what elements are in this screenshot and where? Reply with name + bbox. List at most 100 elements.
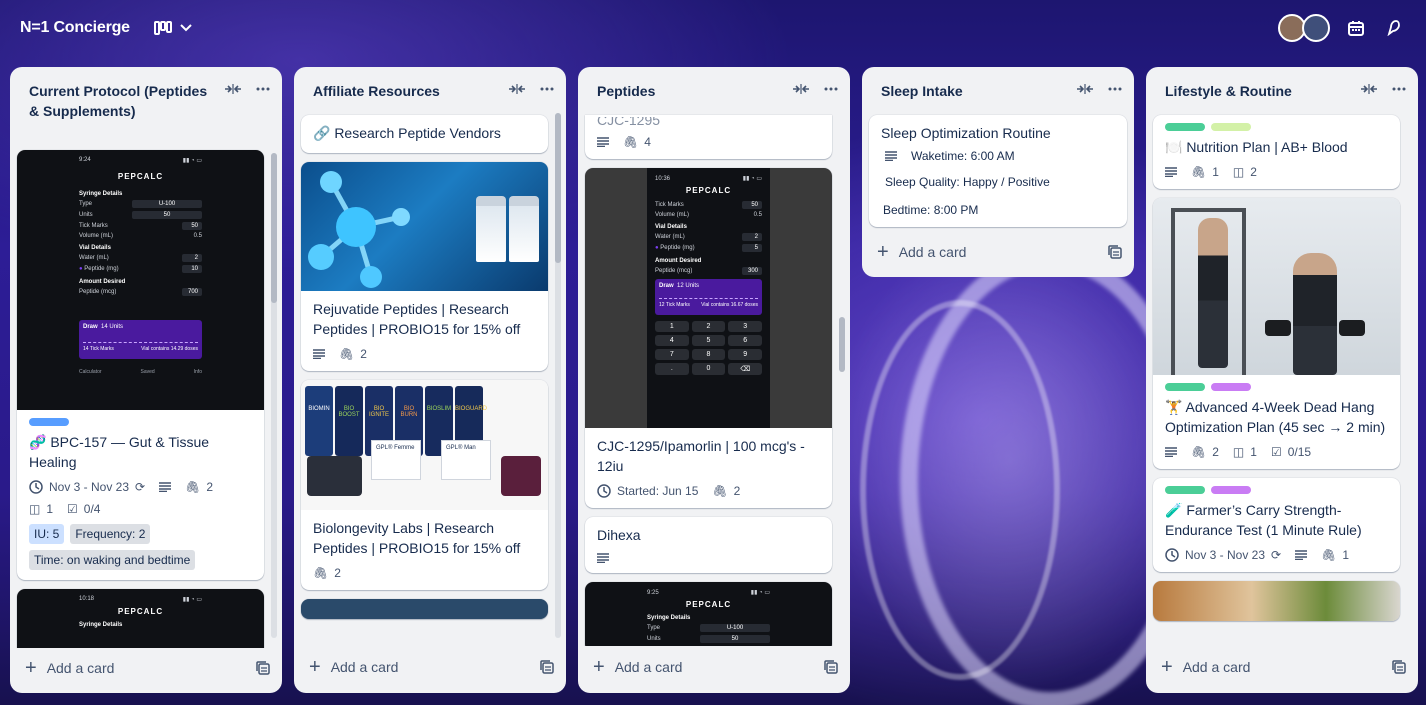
card-template-icon[interactable] bbox=[824, 660, 838, 674]
collapse-icon[interactable] bbox=[792, 83, 810, 95]
phone-time: 9:24 bbox=[79, 157, 91, 164]
label-blue[interactable] bbox=[29, 417, 69, 426]
card-pepcalc-3[interactable]: 9:25 ▮▮ ◔ ▭ PEPCALC Syringe Details Type U… bbox=[585, 582, 832, 646]
attachments-count: 2 bbox=[1212, 445, 1219, 459]
section-label: Vial Details bbox=[655, 224, 687, 230]
custom-field-bedtime: Bedtime: 8:00 PM bbox=[883, 203, 979, 217]
card-dihexa[interactable]: Dihexa bbox=[585, 517, 832, 573]
field-value: 700 bbox=[182, 287, 202, 296]
card-partial-top[interactable]: CJC-1295 🖇︎ 4 bbox=[585, 115, 832, 159]
keypad-key: 7 bbox=[655, 349, 689, 360]
due-date-badge[interactable]: Nov 3 - Nov 23 ⟳ bbox=[1165, 548, 1281, 562]
paperclip-icon: 🖇︎ bbox=[712, 484, 728, 498]
avatar[interactable] bbox=[1302, 14, 1330, 42]
add-card-button[interactable]: + Add a card bbox=[593, 657, 824, 677]
recurring-icon: ⟳ bbox=[1271, 548, 1282, 562]
field-value: U-100 bbox=[700, 624, 770, 632]
list-cards: 🍽️ Nutrition Plan | AB+ Blood 🖇︎ 1 ◫ 2 🏋… bbox=[1146, 111, 1418, 646]
add-card-label: Add a card bbox=[1182, 659, 1251, 675]
field-label: Water (mL) bbox=[79, 254, 109, 261]
section-label: Amount Desired bbox=[655, 258, 702, 264]
attachments-badge: 🖇︎ 2 bbox=[1191, 445, 1219, 459]
list-current-protocol: Current Protocol (Peptides & Supplements… bbox=[10, 67, 282, 693]
card-rejuvatide[interactable]: Rejuvatide Peptides | Research Peptides … bbox=[301, 162, 548, 371]
list-title[interactable]: Affiliate Resources bbox=[313, 81, 508, 101]
list-scroll-thumb[interactable] bbox=[555, 113, 561, 263]
card-research-vendors[interactable]: 🔗 Research Peptide Vendors bbox=[301, 115, 548, 153]
attachments-badge: 🖇︎ 2 bbox=[185, 480, 213, 494]
tab-info: Info bbox=[193, 368, 202, 375]
add-card-button[interactable]: + Add a card bbox=[309, 657, 540, 677]
label-green[interactable] bbox=[1165, 486, 1205, 494]
collapse-icon[interactable] bbox=[224, 83, 242, 95]
phone-time: 10:18 bbox=[79, 596, 95, 603]
calendar-icon[interactable] bbox=[1344, 16, 1368, 40]
paperclip-icon: 🖇︎ bbox=[1321, 548, 1337, 562]
due-date-badge[interactable]: Nov 3 - Nov 23 ⟳ bbox=[29, 480, 145, 494]
card-nutrition-plan[interactable]: 🍽️ Nutrition Plan | AB+ Blood 🖇︎ 1 ◫ 2 bbox=[1153, 115, 1400, 189]
start-date-text: Started: Jun 15 bbox=[617, 484, 699, 498]
view-switcher[interactable] bbox=[153, 21, 192, 35]
list-scroll-thumb[interactable] bbox=[271, 153, 277, 303]
custom-field-time: Time: on waking and bedtime bbox=[29, 549, 196, 570]
field-value: 50 bbox=[182, 221, 202, 230]
keypad-key: 6 bbox=[728, 335, 762, 346]
list-scroll-thumb[interactable] bbox=[839, 317, 845, 372]
collapse-icon[interactable] bbox=[1076, 83, 1094, 95]
list-title[interactable]: Lifestyle & Routine bbox=[1165, 81, 1360, 101]
card-template-icon[interactable] bbox=[540, 660, 554, 674]
description-icon bbox=[159, 482, 172, 492]
trello-links-badge: ◫ 1 bbox=[29, 502, 53, 516]
paperclip-icon: 🖇︎ bbox=[185, 479, 201, 494]
collapse-icon[interactable] bbox=[508, 83, 526, 95]
card-cjc1295[interactable]: 10:36 ▮▮ ◔ ▭ PEPCALC Tick Marks 50 Volume … bbox=[585, 168, 832, 508]
card-bpc157[interactable]: 9:24 ▮▮ ◔ ▭ PEPCALC Syringe Details Type U… bbox=[17, 149, 264, 580]
pepcalc-brand: PEPCALC bbox=[117, 171, 164, 181]
field-value: 300 bbox=[742, 267, 762, 275]
card-farmers-carry[interactable]: 🧪 Farmer’s Carry Strength-Endurance Test… bbox=[1153, 478, 1400, 572]
field-value: 50 bbox=[700, 635, 770, 643]
card-template-icon[interactable] bbox=[1392, 660, 1406, 674]
add-card-button[interactable]: + Add a card bbox=[25, 657, 256, 680]
board-title[interactable]: N=1 Concierge bbox=[20, 19, 130, 37]
label-lime[interactable] bbox=[1211, 123, 1251, 131]
card-title: Sleep Optimization Routine bbox=[881, 125, 1051, 141]
card-sleep-routine[interactable]: Sleep Optimization Routine Waketime: 6:0… bbox=[869, 115, 1127, 227]
more-icon[interactable] bbox=[1108, 87, 1122, 91]
list-title[interactable]: Sleep Intake bbox=[881, 81, 1076, 101]
label-green[interactable] bbox=[1165, 123, 1205, 131]
list-title[interactable]: Current Protocol (Peptides & Supplements… bbox=[29, 81, 224, 121]
more-icon[interactable] bbox=[824, 87, 838, 91]
label-green[interactable] bbox=[1165, 383, 1205, 391]
card-food-cover[interactable] bbox=[1153, 581, 1400, 621]
card-title: Dihexa bbox=[597, 527, 641, 543]
attachments-count: 1 bbox=[1212, 165, 1219, 179]
more-icon[interactable] bbox=[1392, 87, 1406, 91]
card-dead-hang[interactable]: 🏋️ Advanced 4-Week Dead Hang Optimizatio… bbox=[1153, 198, 1400, 469]
card-pepcalc-2[interactable]: 10:18 ▮▮ ◔ ▭ PEPCALC Syringe Details bbox=[17, 588, 264, 648]
attachments-badge: 🖇︎ 1 bbox=[1191, 165, 1219, 179]
start-date-badge[interactable]: Started: Jun 15 bbox=[597, 484, 698, 498]
member-avatars[interactable] bbox=[1278, 14, 1330, 42]
label-purple[interactable] bbox=[1211, 383, 1251, 391]
molecule-graphic bbox=[308, 171, 410, 288]
add-card-button[interactable]: + Add a card bbox=[877, 242, 1108, 262]
card-biolongevity[interactable]: BIOMIN BIO BOOST BIO IGNITE BIO BURN BIO… bbox=[301, 380, 548, 590]
plus-icon: + bbox=[25, 657, 37, 680]
power-up-icon[interactable] bbox=[1382, 16, 1406, 40]
more-icon[interactable] bbox=[256, 87, 270, 91]
draw-units: 12 Units bbox=[677, 283, 700, 289]
card-template-icon[interactable] bbox=[1108, 245, 1122, 259]
checklist-count: 0/15 bbox=[1287, 445, 1312, 459]
field-label: Volume (mL) bbox=[79, 232, 114, 239]
add-card-button[interactable]: + Add a card bbox=[1161, 657, 1392, 677]
collapse-icon[interactable] bbox=[1360, 83, 1378, 95]
label-purple[interactable] bbox=[1211, 486, 1251, 494]
board-header: N=1 Concierge bbox=[0, 0, 1426, 56]
field-value: 2 bbox=[182, 253, 202, 262]
list-title[interactable]: Peptides bbox=[597, 81, 792, 101]
card-template-icon[interactable] bbox=[256, 661, 270, 676]
more-icon[interactable] bbox=[540, 87, 554, 91]
card-partial[interactable] bbox=[301, 599, 548, 619]
product-box: GPL® Man bbox=[441, 440, 491, 480]
